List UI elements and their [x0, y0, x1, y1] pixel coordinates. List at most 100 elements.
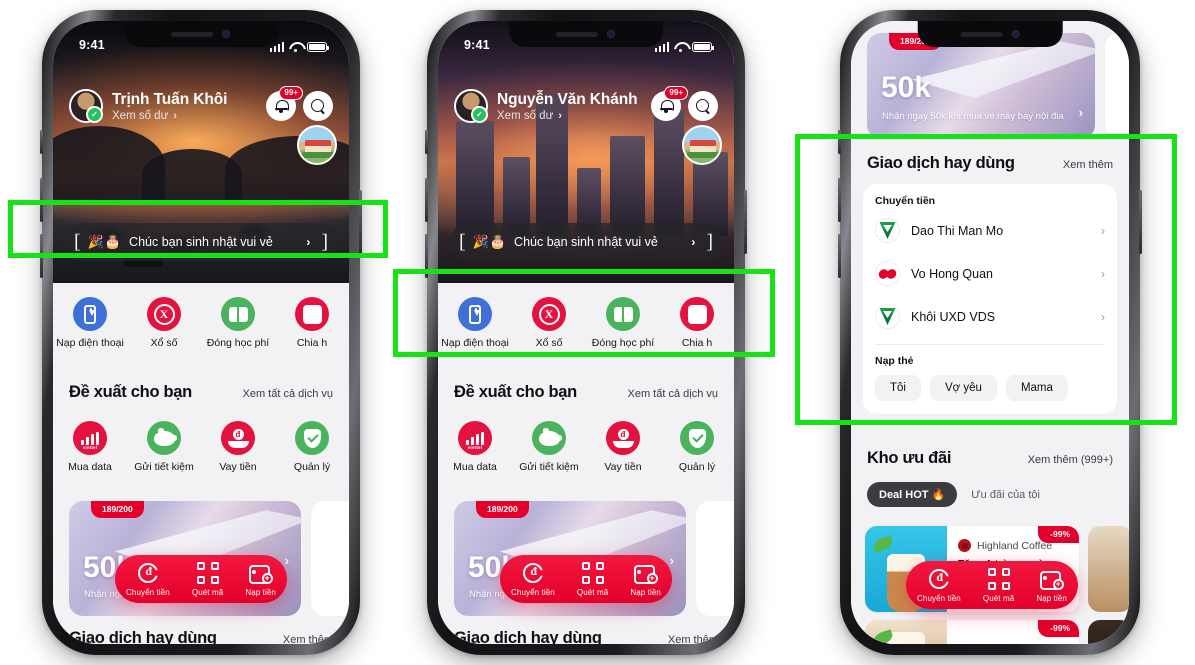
promo-banner-next[interactable] — [696, 501, 734, 616]
avatar[interactable]: ✓ — [454, 89, 488, 123]
recommend-gui-tiet-kiem[interactable]: Gửi tiết kiệm — [512, 421, 586, 473]
quick-service-label: Nạp điện thoại — [56, 337, 124, 349]
view-all-services-link[interactable]: Xem tất cả dịch vụ — [243, 388, 334, 400]
quick-service-chia-hoa-don[interactable]: $ Chia h — [275, 297, 349, 349]
topup-chip-vo-yeu[interactable]: Vợ yêu — [929, 375, 997, 401]
see-more-deals-link[interactable]: Xem thêm (999+) — [1028, 454, 1113, 466]
view-all-services-link[interactable]: Xem tất cả dịch vụ — [628, 388, 719, 400]
recommend-gui-tiet-kiem[interactable]: Gửi tiết kiệm — [127, 421, 201, 473]
celebration-emoji-icon: 🎉🎂 — [472, 234, 508, 249]
promo-banner-next[interactable] — [311, 501, 349, 616]
fab-quet-ma[interactable]: Quét mã — [983, 567, 1014, 603]
deal-discount-badge: -99% — [1038, 620, 1079, 637]
app-header: ✓ Trịnh Tuấn Khôi Xem số dư › 99+ — [53, 83, 349, 123]
status-time: 9:41 — [464, 38, 490, 52]
birthday-banner[interactable]: [ 🎉🎂 Chúc bạn sinh nhật vui vẻ › ] — [53, 223, 349, 261]
bell-icon — [659, 99, 674, 113]
fab-label: Chuyển tiền — [126, 588, 170, 597]
phone-2-screen: 9:41 ✓ Nguyễn Văn Khánh Xem số dư › 99+ … — [438, 21, 734, 644]
fab-nap-tien[interactable]: + Nạp tiền — [245, 561, 276, 597]
search-button[interactable] — [688, 91, 718, 121]
topup-chip-toi[interactable]: Tôi — [875, 375, 921, 401]
fab-nap-tien[interactable]: + Nạp tiền — [1036, 567, 1067, 603]
qr-scan-icon — [196, 561, 220, 585]
battery-icon — [692, 42, 715, 52]
fab-quet-ma[interactable]: Quét mã — [192, 561, 223, 597]
fab-chuyen-tien[interactable]: đ Chuyển tiền — [917, 567, 961, 603]
quick-service-nap-dien-thoai[interactable]: Nạp điện thoại — [438, 297, 512, 349]
section-title: Kho ưu đãi — [867, 449, 952, 467]
fab-label: Quét mã — [576, 588, 609, 597]
recommend-mua-data[interactable]: viettel Mua data — [438, 421, 512, 473]
fab-chuyen-tien[interactable]: đ Chuyển tiền — [126, 561, 170, 597]
fab-label: Chuyển tiền — [917, 594, 961, 603]
recommend-header: Đề xuất cho bạn Xem tất cả dịch vụ — [438, 379, 734, 402]
loan-hand-coin-icon: đ — [612, 428, 634, 448]
quick-service-dong-hoc-phi[interactable]: Đóng học phí — [586, 297, 660, 349]
quick-service-label: Xổ số — [535, 337, 563, 349]
tab-my-deals[interactable]: Ưu đãi của tôi — [971, 489, 1040, 501]
recommend-vay-tien[interactable]: đ Vay tiền — [201, 421, 275, 473]
search-button[interactable] — [303, 91, 333, 121]
deal-card-next[interactable] — [1088, 526, 1129, 612]
see-more-link[interactable]: Xem thêm — [283, 634, 333, 644]
shield-check-icon — [303, 428, 321, 448]
split-bill-icon: $ — [302, 304, 322, 324]
deal-discount-badge: -99% — [1038, 526, 1079, 543]
house-sticker-icon[interactable] — [297, 125, 337, 165]
fab-nap-tien[interactable]: + Nạp tiền — [630, 561, 661, 597]
chevron-right-icon: › — [669, 553, 674, 568]
section-title: Giao dịch hay dùng — [454, 629, 602, 644]
transfer-money-icon: đ — [927, 567, 951, 591]
fab-chuyen-tien[interactable]: đ Chuyển tiền — [511, 561, 555, 597]
recommend-label: Gửi tiết kiệm — [134, 461, 194, 473]
recommend-label: Mua data — [453, 461, 497, 473]
topup-wallet-icon: + — [1039, 567, 1064, 591]
notification-button[interactable]: 99+ — [651, 86, 688, 121]
chevron-right-icon: › — [1101, 223, 1105, 238]
topup-chip-mama[interactable]: Mama — [1005, 375, 1068, 401]
house-sticker-icon[interactable] — [682, 125, 722, 165]
view-balance-link[interactable]: Xem số dư › — [112, 110, 257, 122]
fab-label: Nạp tiền — [245, 588, 276, 597]
quick-service-xo-so[interactable]: X Xổ số — [127, 297, 201, 349]
contact-row[interactable]: Dao Thi Man Mo › — [875, 209, 1105, 252]
recommend-row: viettel Mua data Gửi tiết kiệm đ Vay tiề… — [53, 409, 349, 482]
wifi-icon — [289, 42, 302, 53]
recommend-quan-ly[interactable]: Quản lý — [660, 421, 734, 473]
promo-banner-flight[interactable]: 189/200 50k Nhận ngay 50k khi mua vé máy… — [867, 33, 1095, 139]
recommend-vay-tien[interactable]: đ Vay tiền — [586, 421, 660, 473]
quick-service-chia-hoa-don[interactable]: $ Chia h — [660, 297, 734, 349]
see-more-link[interactable]: Xem thêm — [1063, 159, 1113, 171]
loan-hand-coin-icon: đ — [227, 428, 249, 448]
quick-service-label: Chia h — [681, 337, 713, 349]
user-name: Nguyễn Văn Khánh — [497, 90, 638, 108]
view-balance-link[interactable]: Xem số dư › — [497, 110, 642, 122]
notification-button[interactable]: 99+ — [266, 86, 303, 121]
contact-row[interactable]: Khôi UXD VDS › — [875, 295, 1105, 338]
recommend-quan-ly[interactable]: Quản lý — [275, 421, 349, 473]
deal-card-second[interactable]: -99% — [865, 620, 1079, 644]
topup-chip-list: Tôi Vợ yêu Mama — [875, 375, 1105, 401]
promo-subtitle: Nhận ngay 50k khi mua vé máy bay nội địa — [882, 111, 1064, 122]
promo-banner-next[interactable] — [1105, 33, 1129, 139]
fab-label: Nạp tiền — [630, 588, 661, 597]
quick-service-nap-dien-thoai[interactable]: Nạp điện thoại — [53, 297, 127, 349]
deals-carousel-row2: -99% — [851, 611, 1129, 644]
fab-quet-ma[interactable]: Quét mã — [577, 561, 608, 597]
see-more-link[interactable]: Xem thêm — [668, 634, 718, 644]
quick-service-xo-so[interactable]: X Xổ số — [512, 297, 586, 349]
recommend-mua-data[interactable]: viettel Mua data — [53, 421, 127, 473]
bracket-right: ] — [706, 231, 713, 253]
contact-row[interactable]: Vo Hong Quan › — [875, 252, 1105, 295]
notch — [509, 21, 663, 47]
birthday-banner[interactable]: [ 🎉🎂 Chúc bạn sinh nhật vui vẻ › ] — [438, 223, 734, 261]
front-camera-icon — [1011, 30, 1020, 38]
phone-topup-icon — [84, 304, 96, 324]
avatar[interactable]: ✓ — [69, 89, 103, 123]
deal-card-next[interactable] — [1088, 620, 1129, 644]
tab-deal-hot[interactable]: Deal HOT 🔥 — [867, 482, 958, 507]
verified-check-icon: ✓ — [476, 110, 483, 119]
quick-service-dong-hoc-phi[interactable]: Đóng học phí — [201, 297, 275, 349]
chevron-right-icon: › — [284, 553, 289, 568]
